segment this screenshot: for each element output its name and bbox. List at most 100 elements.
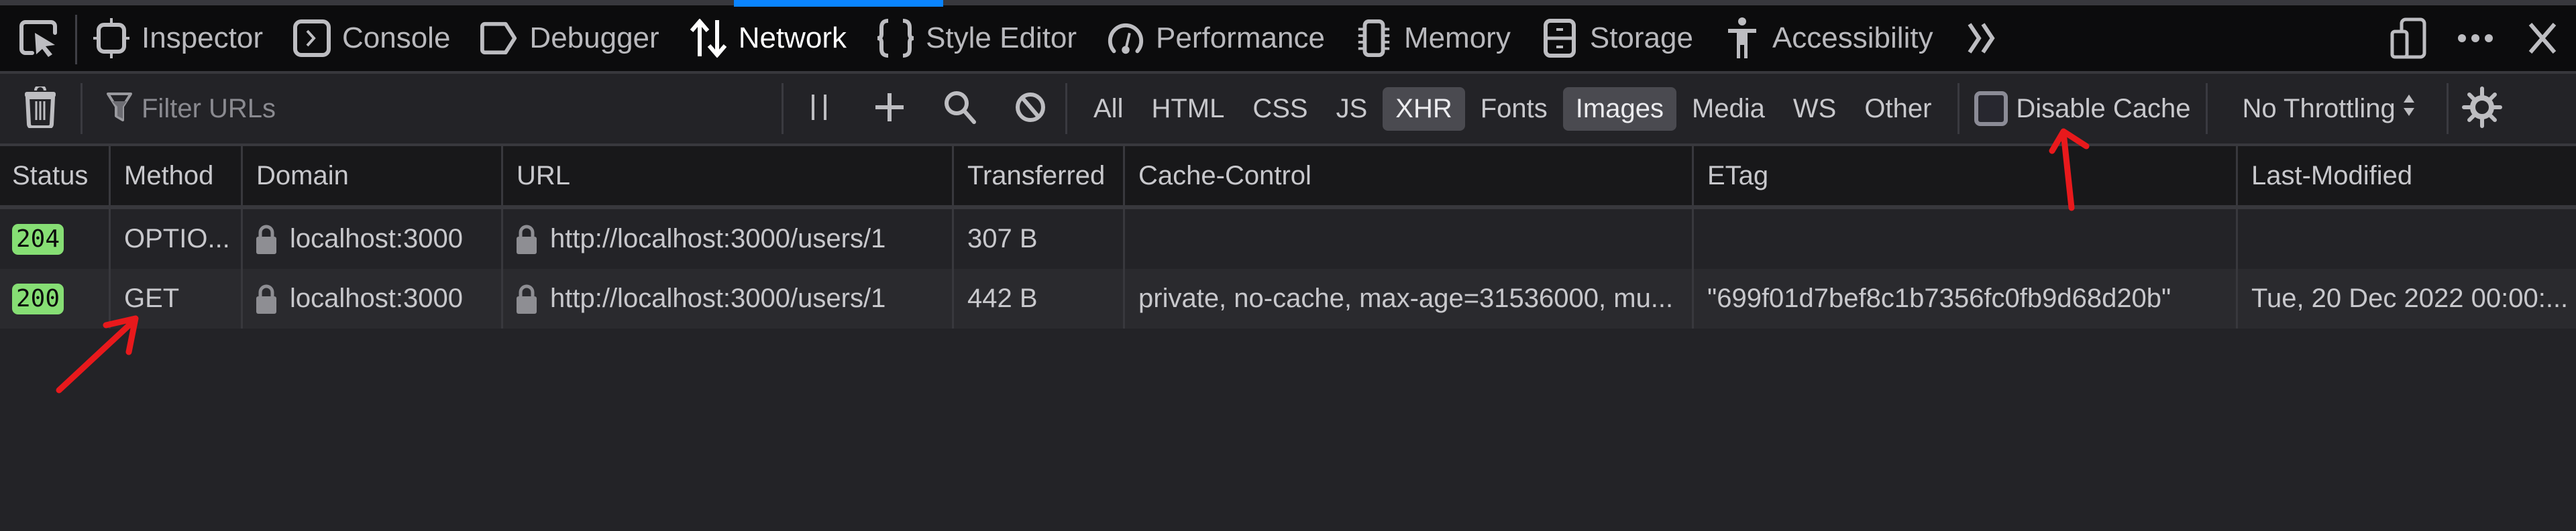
lock-icon [517,284,537,314]
column-header-url[interactable]: URL [503,146,954,205]
column-header-last-modified[interactable]: Last-Modified [2238,146,2576,205]
requests-table: Status Method Domain URL Transferred Cac… [0,143,2576,329]
transferred-cell: 442 B [954,269,1125,329]
sort-arrows-icon [2402,92,2416,125]
url-cell: http://localhost:3000/users/1 [503,269,954,329]
etag-cell: "699f01d7bef8c1b7356fc0fb9d68d20b" [1694,269,2238,329]
tab-console[interactable]: Console [278,5,465,71]
debugger-icon [480,19,519,58]
style-editor-icon [876,19,915,58]
network-settings-button[interactable] [2449,74,2516,143]
column-header-status[interactable]: Status [0,146,111,205]
filter-images-button[interactable]: Images [1562,86,1676,131]
column-header-cache-control[interactable]: Cache-Control [1125,146,1694,205]
url-cell: http://localhost:3000/users/1 [503,209,954,269]
filter-ws-button[interactable]: WS [1780,87,1849,131]
filter-fonts-button[interactable]: Fonts [1468,87,1560,131]
plus-icon [874,92,905,126]
request-type-filters: All HTML CSS JS XHR Fonts Images Media W… [1067,74,1945,143]
tab-debugger[interactable]: Debugger [465,5,674,71]
devtools-tab-bar: Inspector Console Debugger Network Style… [0,0,2576,71]
throttling-value: No Throttling [2242,93,2396,123]
filter-urls-field[interactable] [83,74,782,143]
storage-icon [1540,19,1579,58]
column-header-transferred[interactable]: Transferred [954,146,1125,205]
element-picker-icon [17,18,60,58]
more-options-button[interactable] [2442,5,2509,71]
divider [75,15,77,64]
tab-network[interactable]: Network [674,5,861,71]
chevron-double-right-icon [1963,19,2002,58]
performance-icon [1106,19,1145,58]
memory-icon [1354,19,1393,58]
column-header-domain[interactable]: Domain [243,146,503,205]
filter-icon [107,92,132,126]
filter-js-button[interactable]: JS [1324,87,1381,131]
block-requests-button[interactable] [995,74,1065,143]
column-header-method[interactable]: Method [111,146,243,205]
gear-icon [2461,86,2502,131]
console-icon [292,19,331,58]
filter-all-button[interactable]: All [1081,87,1136,131]
last-modified-cell [2238,209,2576,269]
filter-css-button[interactable]: CSS [1240,87,1320,131]
search-icon [943,90,977,128]
tab-label: Storage [1589,21,1693,54]
filter-xhr-button[interactable]: XHR [1383,86,1465,131]
tab-label: Console [341,21,451,54]
more-tabs-button[interactable] [1948,5,2027,71]
filter-media-button[interactable]: Media [1679,87,1778,131]
tab-performance[interactable]: Performance [1091,5,1340,71]
method-cell: GET [111,269,243,329]
status-badge: 204 [12,223,64,255]
pause-button[interactable] [784,74,854,143]
annotation-arrow-get [56,315,139,394]
dock-options-button[interactable] [2375,5,2442,71]
table-row[interactable]: 204 OPTIO... localhost:3000 http://local… [0,209,2576,269]
element-picker-button[interactable] [0,5,77,71]
url-text: http://localhost:3000/users/1 [550,224,886,253]
table-row[interactable]: 200 GET localhost:3000 http://localhost:… [0,269,2576,329]
filter-other-button[interactable]: Other [1851,87,1944,131]
status-cell: 204 [0,209,111,269]
tab-inspector[interactable]: Inspector [77,5,278,71]
last-modified-cell: Tue, 20 Dec 2022 00:00:... [2251,284,2569,313]
close-devtools-button[interactable] [2509,5,2576,71]
disable-cache-checkbox[interactable] [1974,91,2008,126]
add-request-button[interactable] [854,74,924,143]
etag-cell [1694,209,2238,269]
cache-control-cell [1125,209,1694,269]
responsive-design-icon [2390,17,2427,60]
inspector-icon [92,18,131,58]
lock-icon [256,284,276,314]
network-toolbar: All HTML CSS JS XHR Fonts Images Media W… [0,71,2576,143]
transferred-cell: 307 B [954,209,1125,269]
throttling-select[interactable]: No Throttling [2208,92,2447,125]
domain-text: localhost:3000 [290,224,463,253]
accessibility-icon [1723,17,1762,58]
tab-memory[interactable]: Memory [1340,5,1525,71]
status-cell: 200 [0,269,111,329]
lock-icon [256,225,276,254]
tab-storage[interactable]: Storage [1525,5,1708,71]
tab-accessibility[interactable]: Accessibility [1708,5,1948,71]
clear-button[interactable] [0,74,80,143]
url-text: http://localhost:3000/users/1 [550,284,886,313]
disable-cache-toggle[interactable]: Disable Cache [1960,91,2205,126]
tab-label: Network [738,21,847,54]
cache-control-cell: private, no-cache, max-age=31536000, mu.… [1125,269,1694,329]
tab-label: Style Editor [926,21,1077,54]
tab-style-editor[interactable]: Style Editor [861,5,1091,71]
disable-cache-label: Disable Cache [2016,93,2191,123]
tab-label: Memory [1403,21,1511,54]
method-cell: OPTIO... [111,209,243,269]
filter-urls-input[interactable] [142,93,745,124]
block-icon [1014,91,1046,127]
domain-cell: localhost:3000 [243,209,503,269]
pause-icon [811,92,827,126]
search-button[interactable] [924,74,995,143]
tab-label: Debugger [529,21,659,54]
active-tab-indicator [734,0,943,7]
filter-html-button[interactable]: HTML [1138,87,1237,131]
column-header-etag[interactable]: ETag [1694,146,2238,205]
